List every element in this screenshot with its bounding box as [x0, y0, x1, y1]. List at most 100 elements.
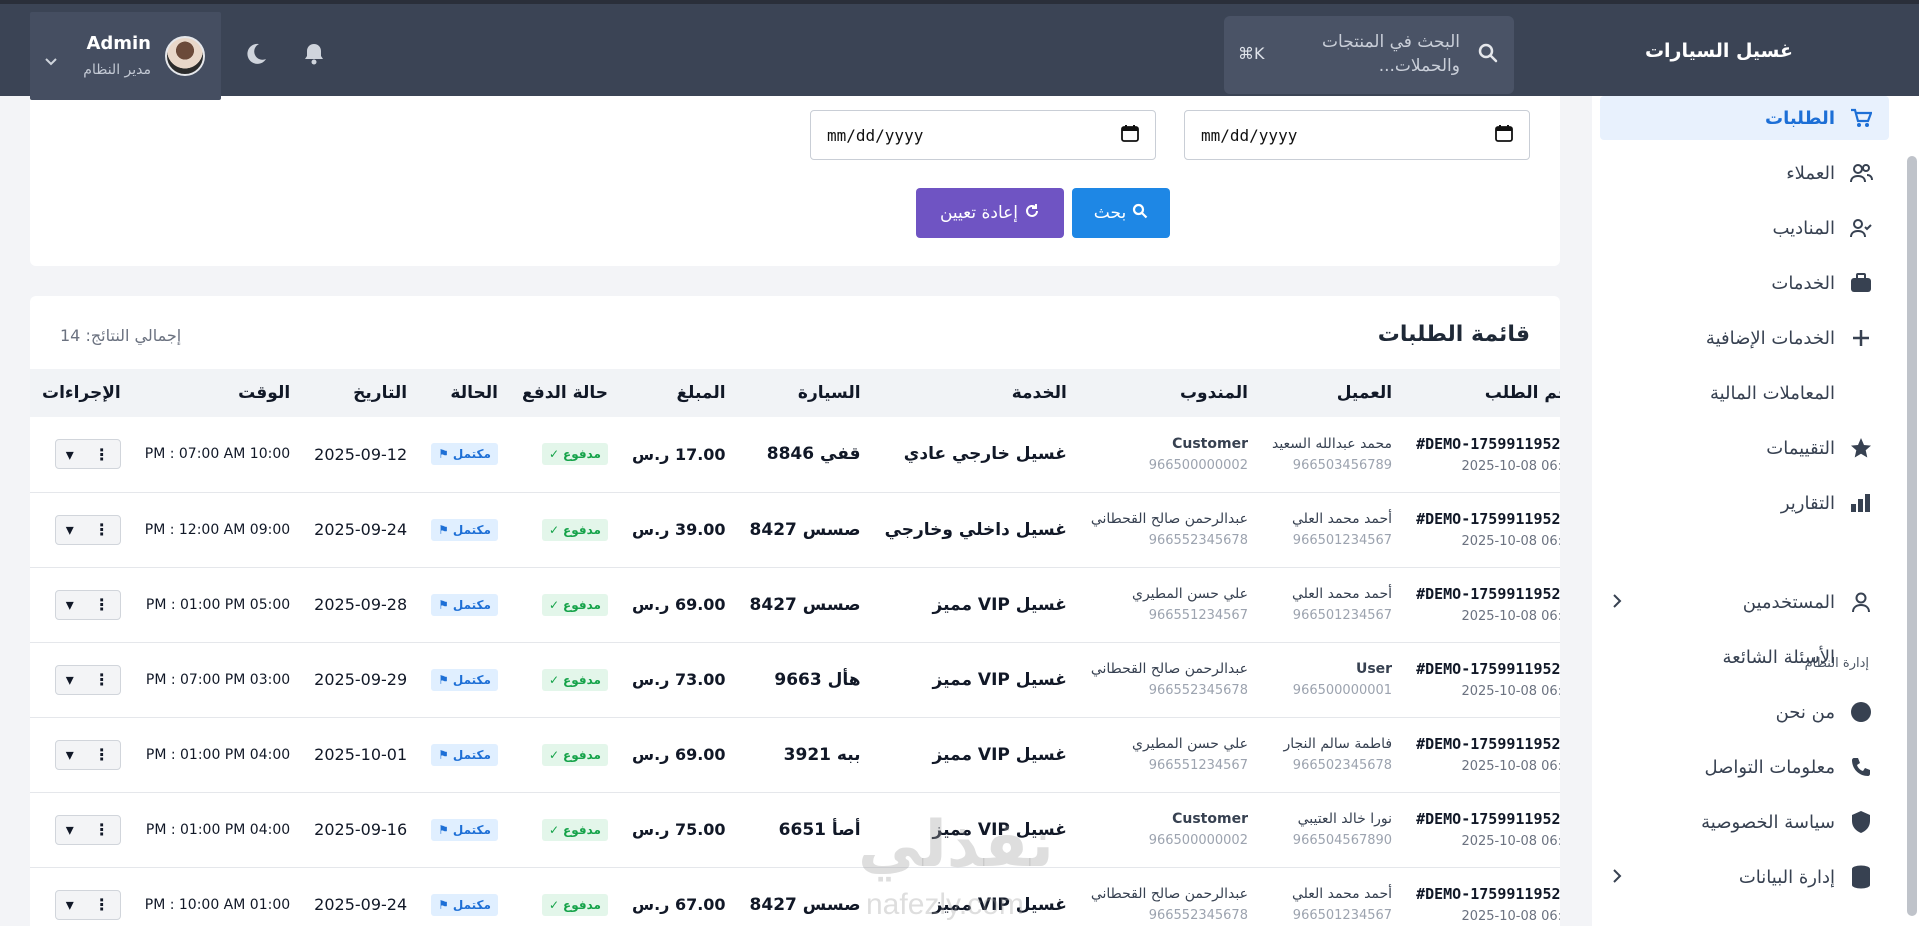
global-search[interactable]: البحث في المنتجات والحملات... K⌘ [1224, 16, 1514, 94]
row-actions-dropdown[interactable]: ▾ ⋮ [54, 889, 121, 920]
agent-name: عبدالرحمن صالح القحطاني [1090, 886, 1248, 902]
column-header[interactable]: التاريخ [302, 369, 419, 417]
sidebar-item-users[interactable]: المستخدمين [1600, 580, 1889, 624]
sidebar-item-label: الأسئلة الشائعة [1722, 646, 1835, 668]
table-row[interactable]: #DEMO-1759911952-5 2025-10-08 06:25 نورا خ… [30, 792, 1560, 867]
amount-cell: 17.00 ر.س [632, 444, 726, 464]
row-actions-dropdown[interactable]: ▾ ⋮ [54, 514, 121, 545]
date-to-input[interactable]: mm/dd/yyyy [810, 110, 1156, 160]
users-icon [1849, 161, 1873, 185]
column-header[interactable]: السيارة [738, 369, 873, 417]
car-cell: صسس 8427 [749, 894, 861, 915]
customer-phone: 966504567890 [1292, 833, 1393, 848]
sidebar-item-about[interactable]: من نحن [1600, 690, 1889, 734]
date-from-input[interactable]: mm/dd/yyyy [1184, 110, 1530, 160]
column-header[interactable]: الخدمة [873, 369, 1079, 417]
more-vertical-icon: ⋮ [93, 745, 110, 764]
agent-phone: 966500000002 [1148, 457, 1248, 473]
status-cell: مكتمل ⚑ [419, 642, 510, 717]
row-actions-dropdown[interactable]: ▾ ⋮ [54, 664, 121, 695]
column-header[interactable]: حالة الدفع [510, 369, 620, 417]
order-id[interactable]: #DEMO-1759911952-1 [1416, 510, 1560, 528]
row-actions-dropdown[interactable]: ▾ ⋮ [54, 814, 121, 845]
time-cell: 04:00 PM : 01:00 PM [145, 746, 291, 763]
sidebar-item-label: معلومات التواصل [1704, 756, 1835, 778]
amount-cell: 67.00 ر.س [632, 895, 726, 914]
caret-down-icon: ▾ [65, 520, 74, 539]
sidebar-item-reports[interactable]: التقارير [1600, 481, 1889, 525]
status-label: مكتمل [452, 522, 491, 537]
sidebar-item-customers[interactable]: العملاء [1600, 151, 1889, 195]
service-cell: غسيل VIP مميز [932, 819, 1067, 840]
order-id-cell: #DEMO-1759911952-2 2025-10-08 06:25 [1404, 567, 1560, 642]
caret-down-icon: ▾ [65, 745, 74, 764]
order-id[interactable]: #DEMO-1759911952-6 [1416, 885, 1560, 903]
column-header[interactable]: الحالة [419, 369, 510, 417]
order-id[interactable]: #DEMO-1759911952-4 [1416, 735, 1560, 753]
table-row[interactable]: #DEMO-1759911952-1 2025-10-08 06:25 أحمد م… [30, 492, 1560, 567]
customer-phone: 966503456789 [1292, 457, 1393, 473]
order-id[interactable]: #DEMO-1759911952-0 [1416, 435, 1560, 453]
column-header[interactable]: الوقت [133, 369, 302, 417]
date-cell: 2025-09-28 [314, 595, 408, 614]
sidebar-item-reviews[interactable]: التقييمات [1600, 426, 1889, 470]
page-scrollbar[interactable] [1907, 100, 1917, 920]
table-row[interactable]: #DEMO-1759911952-6 2025-10-08 06:25 أحمد م… [30, 867, 1560, 926]
service-cell: غسيل VIP مميز [932, 744, 1067, 765]
column-header[interactable]: العميل [1260, 369, 1404, 417]
column-header[interactable]: رقم الطلب [1404, 369, 1560, 417]
status-badge: مكتمل ⚑ [431, 668, 498, 691]
reset-button-label: إعادة تعيين [939, 203, 1019, 223]
agent-cell: علي حسن المطيري 966551234567 [1079, 717, 1260, 792]
customer-phone: 966501234567 [1292, 533, 1393, 548]
order-id[interactable]: #DEMO-1759911952-2 [1416, 585, 1560, 603]
sidebar-item-contact[interactable]: معلومات التواصل [1600, 745, 1889, 789]
row-actions-dropdown[interactable]: ▾ ⋮ [54, 739, 121, 770]
sidebar-item-agents[interactable]: المناديب [1600, 206, 1889, 250]
status-badge: مكتمل ⚑ [431, 893, 498, 916]
dark-mode-toggle-icon[interactable] [244, 42, 268, 70]
agent-cell: عبدالرحمن صالح القحطاني 966552345678 [1079, 867, 1260, 926]
sidebar-item-transactions[interactable]: المعاملات المالية [1600, 371, 1889, 415]
sidebar-item-label: الخدمات الإضافية [1705, 327, 1835, 349]
search-button[interactable]: بحث [1072, 188, 1170, 238]
sidebar: الطلبات العملاء المناديب الخدمات الخدمات… [1592, 96, 1919, 926]
order-id[interactable]: #DEMO-1759911952-5 [1416, 810, 1560, 828]
more-vertical-icon: ⋮ [93, 595, 110, 614]
sidebar-item-faq[interactable]: الأسئلة الشائعة [1600, 635, 1889, 679]
sidebar-item-label: إدارة البيانات [1738, 866, 1835, 888]
sidebar-item-privacy[interactable]: سياسة الخصوصية [1600, 800, 1889, 844]
date-from-value: mm/dd/yyyy [1201, 125, 1298, 145]
car-cell: قفي 8846 [766, 444, 861, 465]
calendar-icon[interactable] [1121, 124, 1139, 146]
sidebar-item-data-management[interactable]: إدارة البيانات [1600, 855, 1889, 899]
check-icon: ✓ [548, 672, 560, 687]
chevron-down-icon[interactable] [44, 52, 58, 71]
table-row[interactable]: #DEMO-1759911952-3 2025-10-08 06:25 User 96… [30, 642, 1560, 717]
agent-phone: 966500000002 [1148, 833, 1248, 848]
table-row[interactable]: #DEMO-1759911952-0 2025-10-08 06:25 محمد ع… [30, 417, 1560, 492]
column-header[interactable]: المندوب [1079, 369, 1260, 417]
sidebar-item-orders[interactable]: الطلبات [1600, 96, 1889, 140]
row-actions-dropdown[interactable]: ▾ ⋮ [54, 439, 121, 470]
bell-icon[interactable] [303, 42, 325, 70]
order-created: 2025-10-08 06:25 [1461, 534, 1560, 549]
order-id[interactable]: #DEMO-1759911952-3 [1416, 660, 1560, 678]
service-cell: غسيل خارجي عادي [903, 444, 1067, 465]
payment-status-cell: مدفوع ✓ [510, 492, 620, 567]
user-menu[interactable]: Admin مدير النظام [30, 12, 221, 100]
table-row[interactable]: #DEMO-1759911952-4 2025-10-08 06:25 فاطمة … [30, 717, 1560, 792]
time-cell: 04:00 PM : 01:00 PM [145, 821, 291, 838]
brand-title[interactable]: غسيل السيارات [1645, 40, 1793, 62]
car-cell: أصأ 6651 [778, 819, 861, 840]
sidebar-item-extra-services[interactable]: الخدمات الإضافية [1600, 316, 1889, 360]
payment-status-badge: مدفوع ✓ [541, 818, 608, 841]
sidebar-item-services[interactable]: الخدمات [1600, 261, 1889, 305]
column-header[interactable]: المبلغ [620, 369, 738, 417]
calendar-icon[interactable] [1495, 124, 1513, 146]
scrollbar-thumb[interactable] [1907, 156, 1917, 916]
reset-button[interactable]: إعادة تعيين [916, 188, 1064, 238]
row-actions-dropdown[interactable]: ▾ ⋮ [54, 589, 121, 620]
agent-phone: 966551234567 [1148, 758, 1248, 773]
table-row[interactable]: #DEMO-1759911952-2 2025-10-08 06:25 أحمد م… [30, 567, 1560, 642]
